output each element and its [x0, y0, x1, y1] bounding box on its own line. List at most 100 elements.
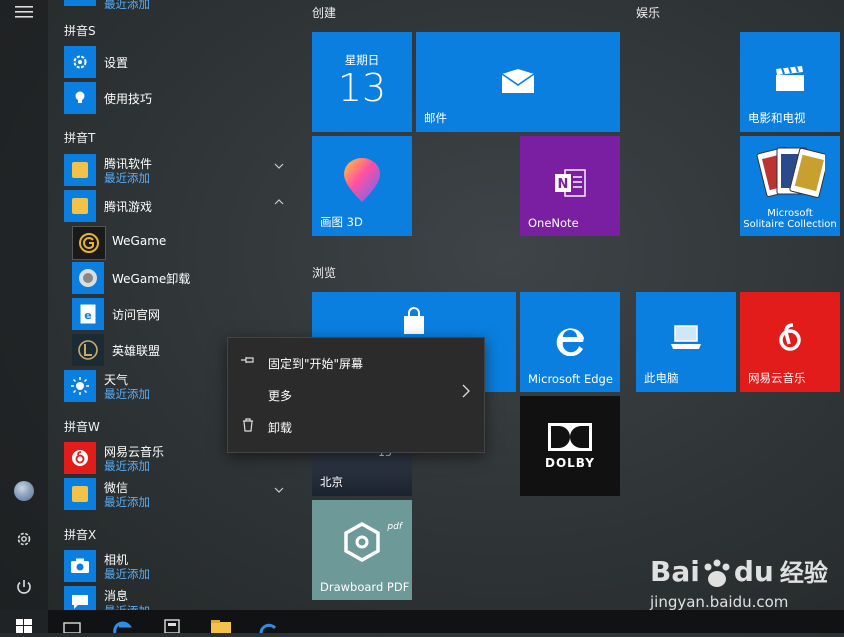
context-uninstall[interactable]: 卸载 — [228, 410, 484, 442]
context-more[interactable]: 更多 — [228, 378, 484, 410]
item-sub: 最近添加 — [104, 171, 150, 185]
item-name: 腾讯游戏 — [104, 200, 153, 214]
watermark-brand2: du — [733, 555, 774, 588]
item-name: 消息 — [104, 589, 129, 603]
chevron-down-icon[interactable] — [274, 483, 284, 496]
computer-icon — [636, 324, 736, 352]
context-item-label: 卸载 — [268, 421, 293, 435]
context-item-label: 更多 — [268, 389, 293, 403]
tile-onenote[interactable]: N OneNote — [520, 136, 620, 236]
section-header-x[interactable]: 拼音X — [64, 526, 96, 543]
user-avatar[interactable] — [14, 481, 34, 501]
sun-icon — [64, 370, 96, 402]
tile-solitaire[interactable]: Microsoft Solitaire Collection — [740, 136, 840, 236]
list-item-tencent-games[interactable]: 腾讯游戏 — [64, 189, 294, 223]
hamburger-icon[interactable] — [14, 2, 34, 22]
tile-dolby[interactable]: DOLBY — [520, 396, 620, 496]
wegame-icon — [72, 226, 106, 260]
task-view-icon[interactable] — [62, 614, 84, 634]
file-explorer-icon[interactable] — [210, 614, 232, 633]
list-item-camera[interactable]: 相机 最近添加 — [64, 549, 294, 583]
folder-icon — [64, 190, 96, 222]
windows-logo-icon — [16, 619, 32, 633]
edge-taskbar-icon[interactable] — [112, 614, 134, 634]
list-item-wegame-uninstall[interactable]: WeGame卸载 — [72, 261, 292, 295]
item-name: 访问官网 — [112, 308, 161, 322]
uninstall-icon — [72, 262, 104, 294]
item-sub: 最近添加 — [104, 387, 150, 401]
tile-label: 电影和电视 — [748, 111, 806, 125]
clapperboard-icon — [740, 66, 840, 92]
paint3d-icon — [312, 158, 412, 204]
camera-icon — [64, 550, 96, 582]
lightbulb-icon — [64, 82, 96, 114]
shopping-bag-icon — [312, 306, 516, 336]
section-header-t[interactable]: 拼音T — [64, 129, 95, 146]
gear-icon[interactable] — [14, 529, 34, 549]
context-menu: 固定到"开始"屏幕 更多 卸载 — [227, 337, 485, 453]
chevron-right-icon — [462, 384, 470, 402]
calculator-icon[interactable] — [162, 614, 184, 634]
ie-shortcut-icon: e — [72, 298, 104, 330]
tile-edge[interactable]: Microsoft Edge — [520, 292, 620, 392]
list-item-settings[interactable]: 设置 — [64, 45, 294, 79]
list-item-official-site[interactable]: e 访问官网 — [72, 297, 292, 331]
list-item-partial-icon — [64, 0, 96, 6]
tile-netease-music[interactable]: 网易云音乐 — [740, 292, 840, 392]
drawboard-tag: pdf — [387, 522, 402, 532]
tile-label: Microsoft Solitaire Collection — [740, 208, 840, 230]
section-header-w[interactable]: 拼音W — [64, 418, 100, 435]
browser-taskbar-icon[interactable] — [258, 614, 280, 634]
playing-cards-icon — [740, 144, 840, 206]
watermark-brand: Bai — [650, 555, 700, 588]
tile-label: Drawboard PDF — [320, 580, 410, 594]
group-title-create[interactable]: 创建 — [312, 4, 336, 21]
item-name: 使用技巧 — [104, 92, 153, 106]
tile-label: 网易云音乐 — [748, 371, 806, 385]
tile-movies-tv[interactable]: 电影和电视 — [740, 32, 840, 132]
tile-label: 邮件 — [424, 111, 447, 125]
tile-label: 北京 — [320, 475, 343, 489]
item-name: 设置 — [104, 56, 129, 70]
list-item-wegame[interactable]: WeGame — [72, 225, 292, 260]
netease-music-icon — [740, 320, 840, 356]
context-item-label: 固定到"开始"屏幕 — [268, 357, 364, 371]
pin-icon — [240, 354, 256, 370]
start-button[interactable] — [0, 610, 48, 633]
trash-icon — [240, 418, 256, 434]
list-item-tencent-software[interactable]: 腾讯软件 最近添加 — [64, 153, 294, 187]
list-item-tips[interactable]: 使用技巧 — [64, 81, 294, 115]
tile-label: 画图 3D — [320, 215, 363, 229]
tile-calendar[interactable]: 星期日 13 — [312, 32, 412, 132]
tile-this-pc[interactable]: 此电脑 — [636, 292, 736, 392]
tile-mail[interactable]: 邮件 — [416, 32, 620, 132]
folder-icon — [64, 154, 96, 186]
tile-drawboard[interactable]: pdf Drawboard PDF — [312, 500, 412, 600]
list-item-partial-sub: 最近添加 — [104, 0, 150, 11]
dolby-icon — [520, 422, 620, 452]
chevron-down-icon[interactable] — [274, 159, 284, 172]
tile-label-line2: Solitaire Collection — [743, 219, 837, 230]
edge-icon — [520, 322, 620, 356]
list-item-wechat[interactable]: 微信 最近添加 — [64, 477, 294, 511]
tile-label: 此电脑 — [644, 371, 679, 385]
watermark-url: jingyan.baidu.com — [650, 593, 789, 611]
context-pin-to-start[interactable]: 固定到"开始"屏幕 — [228, 346, 484, 378]
group-title-entertainment[interactable]: 娱乐 — [636, 4, 660, 21]
mail-icon — [416, 68, 620, 94]
section-header-s[interactable]: 拼音S — [64, 22, 96, 39]
item-sub: 最近添加 — [104, 567, 150, 581]
item-name: WeGame卸载 — [112, 272, 191, 286]
svg-text:e: e — [84, 309, 91, 322]
netease-music-icon — [64, 442, 96, 474]
folder-icon — [64, 478, 96, 510]
chevron-up-icon[interactable] — [274, 195, 284, 208]
tile-label: DOLBY — [545, 456, 595, 470]
group-title-browse[interactable]: 浏览 — [312, 264, 336, 281]
tile-paint3d[interactable]: 画图 3D — [312, 136, 412, 236]
start-left-rail — [0, 0, 48, 610]
item-name: 英雄联盟 — [112, 344, 161, 358]
watermark-cn: 经验 — [779, 559, 828, 587]
gear-icon — [64, 46, 96, 78]
power-icon[interactable] — [14, 577, 34, 597]
